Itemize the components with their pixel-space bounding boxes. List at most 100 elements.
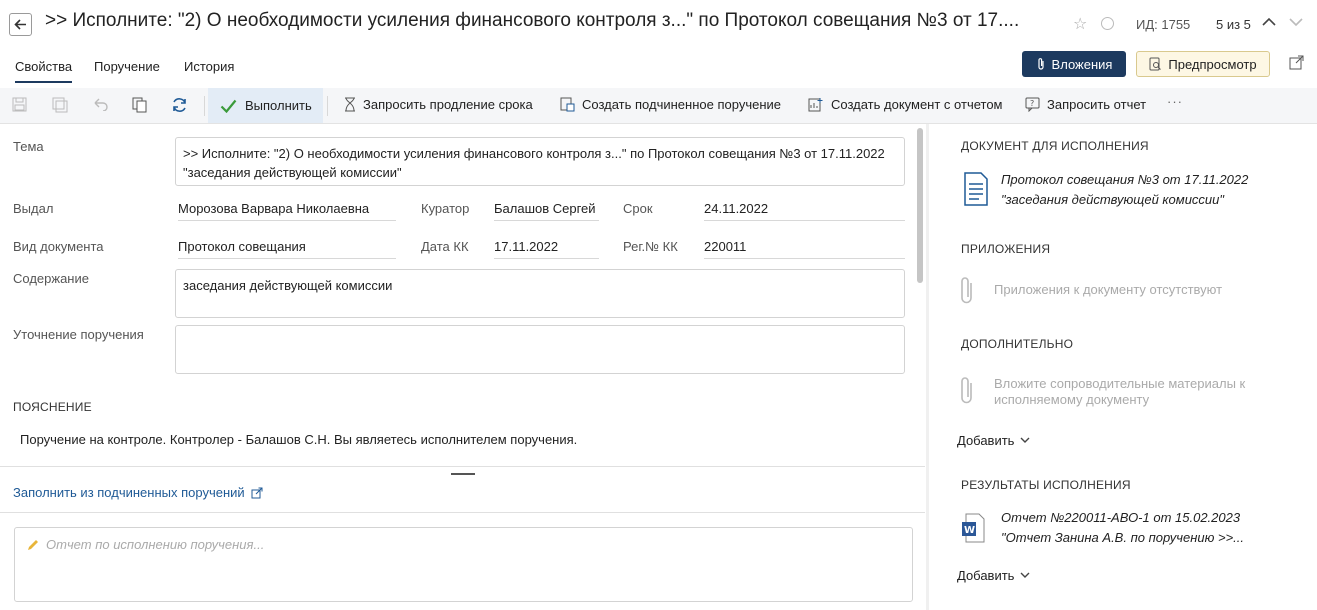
execution-document-link[interactable]: Протокол совещания №3 от 17.11.2022 "зас… <box>1001 170 1248 210</box>
doc-line-2: "заседания действующей комиссии" <box>1001 192 1225 207</box>
arrow-left-icon <box>14 19 26 30</box>
add-result-label: Добавить <box>957 568 1015 583</box>
svg-text:W: W <box>964 525 975 536</box>
clarify-label: Уточнение поручения <box>13 327 144 342</box>
tab-properties[interactable]: Свойства <box>15 59 73 83</box>
record-id: ИД: 1755 <box>1136 17 1191 32</box>
doctype-value[interactable]: Протокол совещания <box>178 239 396 259</box>
add-result-button[interactable]: Добавить <box>957 568 1030 583</box>
hourglass-icon <box>345 97 355 112</box>
title-bar: >> Исполните: "2) О необходимости усилен… <box>0 0 1317 48</box>
request-report-label: Запросить отчет <box>1047 97 1147 112</box>
back-button[interactable] <box>9 13 32 36</box>
popout-icon[interactable] <box>1289 55 1304 73</box>
tab-history[interactable]: История <box>184 59 234 74</box>
report-input[interactable]: Отчет по исполнению поручения... <box>14 527 913 602</box>
external-link-icon <box>251 487 263 498</box>
request-extension-button[interactable]: Запросить продление срока <box>344 97 533 112</box>
create-sub-order-label: Создать подчиненное поручение <box>582 97 781 112</box>
create-doc-report-label: Создать документ с отчетом <box>831 97 1003 112</box>
document-icon <box>963 172 989 209</box>
extra-heading: ДОПОЛНИТЕЛЬНО <box>961 337 1074 351</box>
more-menu-button[interactable]: ··· <box>1167 94 1183 109</box>
chevron-down-icon[interactable] <box>1289 14 1303 30</box>
add-extra-label: Добавить <box>957 433 1015 448</box>
form-scrollbar[interactable] <box>917 128 923 283</box>
result-line-2: "Отчет Занина А.В. по поручению >>... <box>1001 530 1245 545</box>
fill-link-label: Заполнить из подчиненных поручений <box>13 485 245 500</box>
deadline-label: Срок <box>623 201 653 216</box>
status-circle-icon[interactable] <box>1101 17 1114 30</box>
curator-label: Куратор <box>421 201 470 216</box>
preview-button[interactable]: Предпросмотр <box>1136 51 1270 77</box>
attachments-label: Вложения <box>1051 56 1113 72</box>
chevron-down-icon <box>1020 437 1030 443</box>
attachments-button[interactable]: Вложения <box>1022 51 1126 77</box>
panel-divider <box>926 124 929 610</box>
request-extension-label: Запросить продление срока <box>363 97 533 112</box>
copy-icon[interactable] <box>132 97 147 116</box>
doc-line-1: Протокол совещания №3 от 17.11.2022 <box>1001 172 1249 187</box>
subject-label: Тема <box>13 139 44 154</box>
note-heading: ПОЯСНЕНИЕ <box>13 400 92 414</box>
report-placeholder-text: Отчет по исполнению поручения... <box>46 537 265 552</box>
divider <box>0 512 925 513</box>
preview-icon <box>1149 57 1162 71</box>
content-label: Содержание <box>13 271 89 286</box>
attachments-empty: Приложения к документу отсутствуют <box>994 282 1223 297</box>
create-sub-order-button[interactable]: Создать подчиненное поручение <box>560 97 781 112</box>
execute-label: Выполнить <box>245 98 312 113</box>
add-extra-button[interactable]: Добавить <box>957 433 1030 448</box>
fill-from-sub-orders-link[interactable]: Заполнить из подчиненных поручений <box>13 485 263 500</box>
curator-value[interactable]: Балашов Сергей <box>494 201 599 221</box>
issued-value[interactable]: Морозова Варвара Николаевна <box>178 201 396 221</box>
splitter <box>0 466 925 467</box>
chevron-up-icon[interactable] <box>1262 14 1276 30</box>
extra-hint-line-1: Вложите сопроводительные материалы к <box>994 376 1246 391</box>
execute-button[interactable]: Выполнить <box>208 88 323 123</box>
extra-hint-line-2: исполняемому документу <box>994 392 1150 407</box>
extra-hint: Вложите сопроводительные материалы к исп… <box>994 376 1245 408</box>
request-report-button[interactable]: ? Запросить отчет <box>1025 97 1146 112</box>
tab-order[interactable]: Поручение <box>94 59 160 74</box>
chevron-down-icon <box>1020 572 1030 578</box>
subject-field[interactable]: >> Исполните: "2) О необходимости усилен… <box>175 137 905 186</box>
sub-order-icon <box>560 97 575 112</box>
issued-label: Выдал <box>13 201 54 216</box>
star-icon[interactable]: ☆ <box>1073 14 1087 34</box>
pencil-icon <box>28 539 38 550</box>
result-line-1: Отчет №220011-АВО-1 от 15.02.2023 <box>1001 510 1241 525</box>
save-icon[interactable] <box>12 97 27 115</box>
create-doc-report-button[interactable]: Создать документ с отчетом <box>808 97 1003 112</box>
reg-kk-label: Рег.№ КК <box>623 239 678 254</box>
reg-kk-value[interactable]: 220011 <box>704 239 905 259</box>
question-bubble-icon: ? <box>1025 97 1040 112</box>
paperclip-icon <box>1037 58 1044 70</box>
save-close-icon[interactable] <box>52 97 68 116</box>
result-report-link[interactable]: Отчет №220011-АВО-1 от 15.02.2023 "Отчет… <box>1001 508 1244 548</box>
check-icon <box>220 99 237 113</box>
svg-text:?: ? <box>1030 99 1034 108</box>
toolbar-separator <box>327 96 328 116</box>
paperclip-icon <box>958 275 976 310</box>
undo-icon[interactable] <box>92 97 108 114</box>
splitter-grip[interactable] <box>451 473 475 475</box>
doctype-label: Вид документа <box>13 239 104 254</box>
date-kk-label: Дата КК <box>421 239 469 254</box>
content-field[interactable]: заседания действующей комиссии <box>175 269 905 318</box>
results-heading: РЕЗУЛЬТАТЫ ИСПОЛНЕНИЯ <box>961 478 1131 492</box>
doc-for-execution-heading: ДОКУМЕНТ ДЛЯ ИСПОЛНЕНИЯ <box>961 139 1149 153</box>
toolbar: Выполнить Запросить продление срока Созд… <box>0 88 1317 124</box>
toolbar-separator <box>204 96 205 116</box>
doc-report-icon <box>808 98 823 112</box>
date-kk-value[interactable]: 17.11.2022 <box>494 239 599 259</box>
clarify-field[interactable] <box>175 325 905 374</box>
page-title: >> Исполните: "2) О необходимости усилен… <box>45 10 1020 31</box>
word-doc-icon: W <box>961 513 985 546</box>
preview-label: Предпросмотр <box>1168 56 1257 72</box>
refresh-icon[interactable] <box>171 97 188 116</box>
report-placeholder: Отчет по исполнению поручения... <box>26 537 264 552</box>
attachments-heading: ПРИЛОЖЕНИЯ <box>961 242 1051 256</box>
note-text: Поручение на контроле. Контролер - Балаш… <box>20 432 578 447</box>
deadline-value[interactable]: 24.11.2022 <box>704 201 905 221</box>
